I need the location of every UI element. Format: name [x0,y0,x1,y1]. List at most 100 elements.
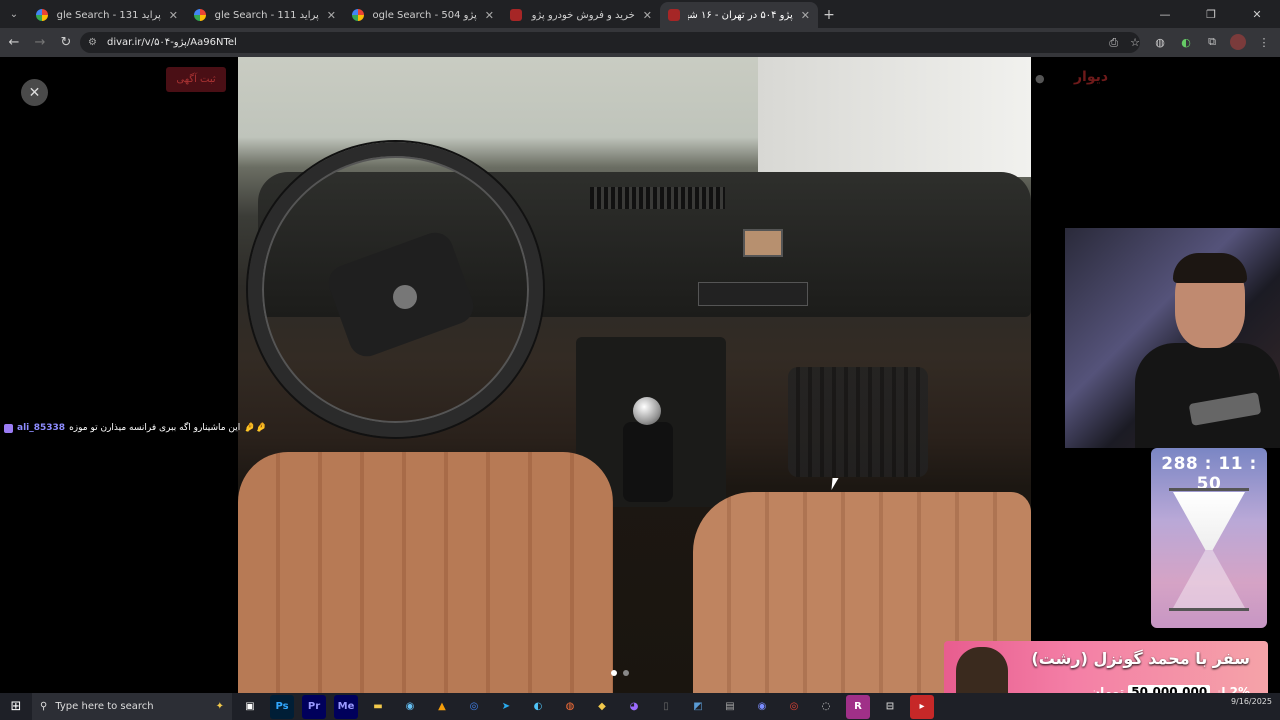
toolbar-right: ◍ ◐ ⧉ ⋮ [1152,34,1272,50]
chat-message: ali_85338 این ماشینارو اگه ببری فرانسه م… [4,423,267,433]
banner-title: سفر با محمد گونزل (رشت) [1031,649,1250,668]
firefox-icon[interactable]: ◍ [558,695,582,719]
close-tab-icon[interactable]: ✕ [801,9,810,22]
google-favicon-icon [352,9,364,21]
tab-strip: ⌄ پراید 131 - Google Search ✕ پراید 111 … [0,0,1280,28]
close-tab-icon[interactable]: ✕ [327,9,336,22]
steam-icon[interactable]: ◉ [398,695,422,719]
browser-toolbar: ← → ↻ ⚙ divar.ir/v/پژو-۵۰۴/Aa96NTel ⎙ ☆ … [0,28,1280,57]
close-window-icon[interactable]: ✕ [1234,0,1280,28]
minimize-icon[interactable]: — [1142,0,1188,28]
photo-gear-boot [623,422,673,502]
app-icon[interactable]: ◩ [686,695,710,719]
chat-emoji: 🤌🤌 [244,423,267,433]
tray-date: 9/16/2025 [1230,697,1272,706]
url-text: divar.ir/v/پژو-۵۰۴/Aa96NTel [106,37,237,48]
tab-title: پراید 111 - Google Search [214,9,319,21]
restore-icon[interactable]: ❐ [1188,0,1234,28]
divar-favicon-icon [668,9,680,21]
profile-avatar[interactable] [1230,34,1246,50]
app-icon[interactable]: ◉ [750,695,774,719]
chrome-icon[interactable]: ◎ [462,695,486,719]
extension-icon[interactable]: ◍ [1152,34,1168,50]
app-icon[interactable]: ◆ [590,695,614,719]
search-placeholder: Type here to search [55,701,154,712]
windows-taskbar: ⊞ ⚲ Type here to search ✦ ▣ Ps Pr Me ▬ ◉… [0,693,1280,720]
telegram-icon[interactable]: ➤ [494,695,518,719]
tab-title: پژو 504 - Google Search [372,9,477,21]
photoshop-icon[interactable]: Ps [270,694,294,719]
app-icon[interactable]: ▤ [718,695,742,719]
install-app-icon[interactable]: ⎙ [1109,36,1118,50]
hourglass-bottom-bar [1169,608,1249,611]
back-icon[interactable]: ← [2,35,26,50]
search-icon: ⚲ [40,701,48,712]
file-explorer-icon[interactable]: ▬ [366,695,390,719]
photo-gear-knob [633,397,661,425]
close-tab-icon[interactable]: ✕ [169,9,178,22]
bookmark-star-icon[interactable]: ☆ [1130,36,1140,50]
close-gallery-button[interactable]: ✕ [21,79,48,106]
tab-5-active[interactable]: پژو ۵۰۴ در تهران - ۱۶ شهریور ... ✕ [660,2,818,28]
chevron-down-icon: ⌄ [9,8,19,20]
mouse-cursor-icon [831,478,839,490]
rider-icon[interactable]: R [846,694,870,719]
hourglass-icon [1173,492,1245,550]
hourglass-top-bar [1169,488,1249,491]
streamer-webcam [1065,228,1280,448]
new-tab-button[interactable]: + [818,2,840,28]
vlc-icon[interactable]: ▲ [430,695,454,719]
forward-icon[interactable]: → [28,35,52,50]
copilot-sparkle-icon: ✦ [215,701,224,712]
subathon-timer: 288 : 11 : 50 [1151,448,1267,628]
app-icon[interactable]: ◌ [814,695,838,719]
tab-title: خرید و فروش خودرو پژو 504 در ... [530,9,635,21]
tab-4[interactable]: خرید و فروش خودرو پژو 504 در ... ✕ [502,2,660,28]
app-icon[interactable]: ▯ [654,695,678,719]
peugeot-logo-icon [393,285,417,309]
tab-search-button[interactable]: ⌄ [0,0,28,28]
tab-title: پژو ۵۰۴ در تهران - ۱۶ شهریور ... [688,9,793,21]
pagination-dot[interactable] [623,670,629,676]
chat-text: این ماشینارو اگه ببری فرانسه میذارن تو م… [69,423,241,433]
taskbar-apps: ▣ Ps Pr Me ▬ ◉ ▲ ◎ ➤ ◐ ◍ ◆ ◕ ▯ ◩ ▤ ◉ ◎ ◌… [238,694,934,719]
chat-username: ali_85338 [17,423,66,433]
google-favicon-icon [194,9,206,21]
extensions-puzzle-icon[interactable]: ⧉ [1204,34,1220,50]
premiere-icon[interactable]: Pr [302,694,326,719]
app-icon[interactable]: ▸ [910,694,934,719]
taskbar-search[interactable]: ⚲ Type here to search ✦ [32,693,232,720]
pagination-dot[interactable] [611,670,617,676]
chat-badge-icon [4,423,13,433]
chrome-canary-icon[interactable]: ◎ [782,695,806,719]
post-ad-button[interactable]: ثبت آگهی [166,67,226,92]
car-interior-photo[interactable] [238,57,1031,693]
task-view-icon[interactable]: ▣ [238,695,262,719]
site-info-icon[interactable]: ⚙ [88,37,97,48]
tab-1[interactable]: پراید 131 - Google Search ✕ [28,2,186,28]
menu-kebab-icon[interactable]: ⋮ [1256,34,1272,50]
lock-icon[interactable]: ⊟ [878,695,902,719]
close-tab-icon[interactable]: ✕ [485,9,494,22]
tab-2[interactable]: پراید 111 - Google Search ✕ [186,2,344,28]
photo-dash-clock [743,229,783,257]
extension-icon[interactable]: ◐ [1178,34,1194,50]
photo-driver-seat [238,452,613,693]
webcam-hair [1173,253,1247,283]
close-tab-icon[interactable]: ✕ [643,9,652,22]
app-icon[interactable]: ◐ [526,695,550,719]
gallery-pagination [611,670,629,676]
obs-icon[interactable]: ◕ [622,695,646,719]
page-content: ✕ ثبت آگهی ● دیوار ali_85338 این ماشینار… [0,57,1280,709]
reload-icon[interactable]: ↻ [54,35,78,50]
system-tray[interactable]: 9/16/2025 [1231,697,1272,707]
photo-background-wall [758,57,1031,177]
windows-start-icon[interactable]: ⊞ [0,699,32,714]
google-favicon-icon [36,9,48,21]
media-encoder-icon[interactable]: Me [334,694,358,719]
divar-logo[interactable]: دیوار [1074,69,1108,85]
tab-3[interactable]: پژو 504 - Google Search ✕ [344,2,502,28]
address-bar[interactable]: ⚙ divar.ir/v/پژو-۵۰۴/Aa96NTel [80,32,1140,53]
photo-air-vent [590,187,725,209]
location-pin-icon[interactable]: ● [1035,72,1045,85]
